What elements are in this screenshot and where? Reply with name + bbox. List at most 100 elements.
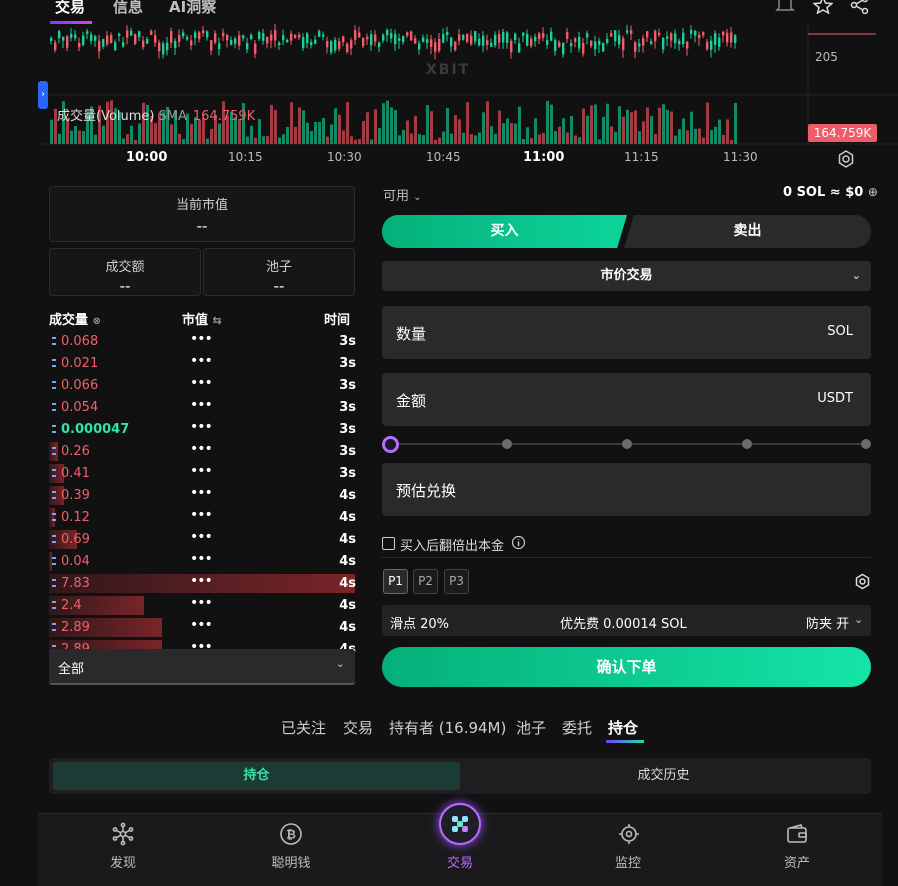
volume-bar <box>310 131 313 144</box>
pool-stat-value: -- <box>273 277 285 295</box>
candle-body <box>370 34 373 46</box>
sell-tab-button[interactable]: 卖出 <box>624 215 871 248</box>
trade-marker-icon <box>52 447 56 455</box>
volume-bar <box>478 132 481 144</box>
candle-body <box>478 38 481 46</box>
swap-icon[interactable]: ⇆ <box>213 314 222 327</box>
candle-body <box>338 41 341 49</box>
trade-nav-icon[interactable] <box>439 803 481 845</box>
slippage-value: 滑点 20% <box>390 617 450 632</box>
trade-mcap: ••• <box>190 397 213 413</box>
slider-stop-75[interactable] <box>742 439 752 449</box>
chart-settings-icon[interactable] <box>836 149 856 169</box>
volume-bar <box>694 128 697 144</box>
available-label[interactable]: 可用 ⌄ <box>383 185 422 204</box>
tab-holders[interactable]: 持有者 (16.94M) <box>389 717 506 738</box>
preset-p2[interactable]: P2 <box>413 569 438 594</box>
preset-settings-icon[interactable] <box>854 573 871 590</box>
volume-bar <box>374 109 377 144</box>
volume-bar <box>586 115 589 144</box>
expand-sidebar-handle[interactable]: › <box>38 81 48 109</box>
tab-info[interactable]: 信息 <box>113 0 143 17</box>
amount-unit: USDT <box>817 391 853 406</box>
tab-trades[interactable]: 交易 <box>343 717 373 738</box>
favorite-star-icon[interactable] <box>813 0 833 14</box>
market-cap-label: 当前市值 <box>175 198 228 213</box>
slider-stop-100[interactable] <box>861 439 871 449</box>
candle-body <box>346 43 349 52</box>
preset-p1[interactable]: P1 <box>383 569 408 594</box>
volume-bar <box>170 124 173 144</box>
quantity-field[interactable]: 数量 SOL <box>382 306 871 359</box>
market-cap-box: 当前市值 -- <box>49 186 355 242</box>
trade-marker-icon <box>52 337 56 345</box>
volume-bar <box>78 130 81 144</box>
nav-trade[interactable]: 交易 <box>430 852 490 871</box>
tab-pools[interactable]: 池子 <box>516 717 546 738</box>
nav-monitor[interactable]: 监控 <box>598 852 658 871</box>
candle-body <box>82 35 85 46</box>
volume-bar <box>630 112 633 144</box>
candle-body <box>642 38 645 46</box>
segment-positions[interactable]: 持仓 <box>53 762 460 790</box>
volume-bar <box>522 139 525 144</box>
slider-stop-50[interactable] <box>622 439 632 449</box>
volume-bar <box>386 100 389 144</box>
tab-followed[interactable]: 已关注 <box>281 717 326 738</box>
candle-body <box>98 40 101 52</box>
volume-bar <box>306 122 309 144</box>
candle-body <box>190 40 193 46</box>
nav-discover[interactable]: 发现 <box>93 852 153 871</box>
buy-tab-button[interactable]: 买入 <box>382 215 627 248</box>
sort-icon[interactable]: ⊗ <box>93 316 101 327</box>
volume-bar <box>602 116 605 144</box>
trade-settings-row[interactable]: 滑点 20% 优先费 0.00014 SOL 防夹 开 ⌄ <box>382 605 871 636</box>
volume-bar <box>250 125 253 144</box>
trade-amount: 7.83 <box>61 576 90 591</box>
nav-assets[interactable]: 资产 <box>767 852 827 871</box>
volume-bar <box>294 126 297 144</box>
header-mcap[interactable]: 市值 ⇆ <box>182 309 222 328</box>
preset-p3[interactable]: P3 <box>444 569 469 594</box>
share-icon[interactable] <box>850 0 870 14</box>
slider-stop-25[interactable] <box>502 439 512 449</box>
trade-filter-select[interactable]: 全部 ⌄ <box>49 649 355 685</box>
candle-body <box>194 32 197 38</box>
add-circle-icon[interactable]: ⊕ <box>868 185 878 199</box>
header-amount[interactable]: 成交量 ⊗ <box>49 309 101 328</box>
volume-bar <box>370 139 373 144</box>
order-type-select[interactable]: 市价交易 ⌄ <box>382 261 871 291</box>
tab-ai-insight[interactable]: AI洞察 <box>169 0 216 17</box>
volume-bar <box>730 139 733 144</box>
candle-body <box>558 42 561 47</box>
tab-trade[interactable]: 交易 <box>55 0 85 17</box>
svg-text:₿: ₿ <box>286 828 296 842</box>
candle-body <box>214 33 217 43</box>
nav-smart-money[interactable]: 聪明钱 <box>261 852 321 871</box>
trade-amount: 0.39 <box>61 488 90 503</box>
candle-body <box>318 30 321 37</box>
candle-body <box>150 30 153 35</box>
tab-positions[interactable]: 持仓 <box>608 717 638 738</box>
segment-trade-history[interactable]: 成交历史 <box>460 762 867 790</box>
volume-bar <box>430 111 433 144</box>
slider-knob[interactable] <box>382 436 399 453</box>
volume-value: 164.759K <box>192 109 256 124</box>
x-tick-1115: 11:15 <box>624 150 659 164</box>
candle-body <box>582 42 585 54</box>
trade-row: 0.054 ••• 3s <box>49 397 356 418</box>
info-icon[interactable] <box>511 535 526 550</box>
candle-body <box>714 33 717 45</box>
amount-field[interactable]: 金额 USDT <box>382 373 871 426</box>
candle-body <box>178 35 181 42</box>
candle-body <box>598 40 601 46</box>
wallet-icon <box>787 824 807 843</box>
candle-body <box>254 43 257 54</box>
alert-bell-icon[interactable] <box>775 0 795 14</box>
double-principal-checkbox[interactable] <box>382 537 395 550</box>
volume-bar <box>574 135 577 144</box>
confirm-order-button[interactable]: 确认下单 <box>382 647 871 687</box>
candle-body <box>414 38 417 44</box>
candle-body <box>174 40 177 48</box>
tab-orders[interactable]: 委托 <box>562 717 592 738</box>
